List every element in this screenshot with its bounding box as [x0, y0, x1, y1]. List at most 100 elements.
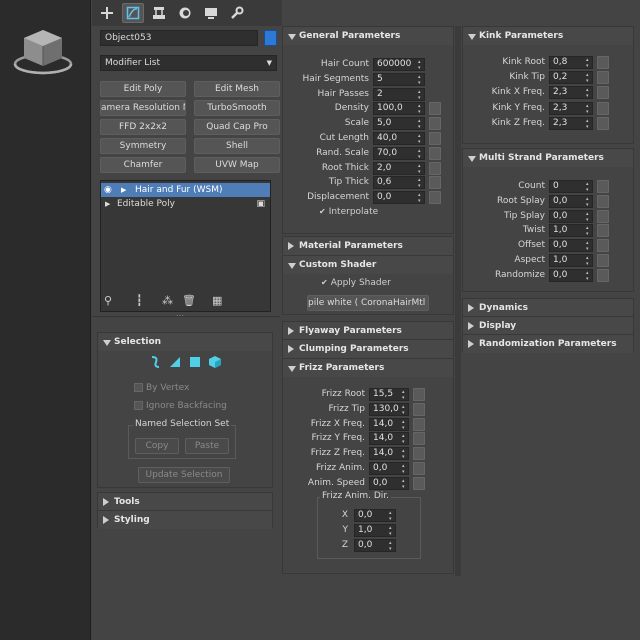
param-spinner[interactable]: 1,0 — [549, 224, 593, 238]
create-tab[interactable] — [96, 3, 118, 23]
param-spinner[interactable]: 5,0 — [373, 117, 425, 131]
flyaway-parameters-header[interactable]: Flyaway Parameters — [283, 322, 453, 340]
map-button[interactable] — [597, 56, 609, 69]
shader-select-button[interactable]: pile white ( CoronaHairMtl ) — [307, 295, 429, 311]
custom-shader-header[interactable]: Custom Shader — [283, 256, 453, 274]
interpolate-checkbox[interactable]: ✔ Interpolate — [319, 207, 378, 217]
map-button[interactable] — [597, 194, 609, 208]
tools-rollout-header[interactable]: Tools — [98, 493, 272, 511]
apply-shader-checkbox[interactable]: ✔ Apply Shader — [321, 278, 391, 288]
map-button[interactable] — [429, 117, 441, 131]
paste-button[interactable]: Paste — [185, 438, 229, 454]
randomization-header[interactable]: Randomization Parameters — [463, 335, 633, 353]
map-button[interactable] — [597, 254, 609, 267]
param-spinner[interactable]: 0,6 — [373, 176, 425, 190]
pin-stack-icon[interactable]: ⚲ — [104, 294, 112, 307]
map-button[interactable] — [597, 268, 609, 282]
map-button[interactable] — [429, 102, 441, 116]
param-spinner[interactable]: 0,0 — [549, 209, 593, 223]
param-spinner[interactable]: 14,0 — [369, 447, 409, 461]
modifier-button[interactable]: Symmetry — [100, 138, 186, 154]
param-spinner[interactable]: 70,0 — [373, 146, 425, 160]
styling-rollout-header[interactable]: Styling — [98, 511, 272, 529]
show-end-result-icon[interactable]: ┇ — [136, 294, 143, 307]
param-spinner[interactable]: 5 — [373, 72, 425, 86]
configure-sets-icon[interactable]: ▦ — [212, 294, 222, 307]
modify-tab[interactable] — [122, 3, 144, 23]
object-name-field[interactable]: Object053 — [100, 30, 258, 46]
drag-handle-icon[interactable]: ⋯ — [176, 311, 184, 320]
element-icon[interactable] — [208, 355, 222, 369]
map-button[interactable] — [413, 476, 425, 490]
map-button[interactable] — [429, 146, 441, 160]
update-selection-button[interactable]: Update Selection — [138, 467, 230, 483]
map-button[interactable] — [413, 447, 425, 461]
modifier-button[interactable]: Edit Mesh — [194, 81, 280, 97]
dir-spinner[interactable]: 0,0 — [354, 509, 396, 522]
modifier-button[interactable]: FFD 2x2x2 — [100, 119, 186, 135]
motion-tab[interactable] — [174, 3, 196, 23]
map-button[interactable] — [429, 176, 441, 190]
param-spinner[interactable]: 2,0 — [373, 161, 425, 175]
map-button[interactable] — [597, 239, 609, 253]
eye-icon[interactable]: ◉ — [104, 183, 112, 197]
map-button[interactable] — [413, 432, 425, 446]
dir-spinner[interactable]: 1,0 — [354, 524, 396, 537]
map-button[interactable] — [413, 462, 425, 475]
expand-arrow-icon[interactable]: ▶ — [105, 197, 110, 211]
modifier-button[interactable]: Chamfer — [100, 157, 186, 173]
frizz-parameters-header[interactable]: Frizz Parameters — [283, 359, 453, 377]
modifier-button[interactable]: TurboSmooth — [194, 100, 280, 116]
param-spinner[interactable]: 0,8 — [549, 56, 593, 69]
trash-icon[interactable]: 🗑 — [182, 294, 196, 307]
scroll-gutter[interactable] — [455, 26, 461, 576]
modifier-list-dropdown[interactable]: Modifier List ▼ — [100, 55, 277, 71]
object-color-swatch[interactable] — [264, 30, 277, 46]
stack-item-editable-poly[interactable]: ▶ Editable Poly ▣ — [101, 197, 270, 211]
param-spinner[interactable]: 14,0 — [369, 417, 409, 431]
hierarchy-tab[interactable] — [148, 3, 170, 23]
param-spinner[interactable]: 600000 — [373, 58, 425, 71]
multi-strand-header[interactable]: Multi Strand Parameters — [463, 149, 633, 167]
param-spinner[interactable]: 1,0 — [549, 254, 593, 267]
utilities-tab[interactable] — [226, 3, 248, 23]
param-spinner[interactable]: 0,0 — [373, 191, 425, 205]
param-spinner[interactable]: 0 — [549, 180, 593, 193]
map-button[interactable] — [429, 132, 441, 145]
map-button[interactable] — [597, 209, 609, 223]
param-spinner[interactable]: 100,0 — [373, 102, 425, 116]
modifier-stack[interactable]: ◉ ▶ Hair and Fur (WSM) ▶ Editable Poly ▣ — [100, 180, 271, 312]
map-button[interactable] — [597, 224, 609, 238]
param-spinner[interactable]: 0,0 — [369, 476, 409, 490]
map-button[interactable] — [597, 101, 609, 115]
ignore-backfacing-checkbox[interactable]: Ignore Backfacing — [134, 401, 227, 411]
param-spinner[interactable]: 2,3 — [549, 86, 593, 100]
map-button[interactable] — [429, 191, 441, 205]
param-spinner[interactable]: 40,0 — [373, 132, 425, 145]
polygon-icon[interactable] — [188, 355, 202, 369]
param-spinner[interactable]: 14,0 — [369, 432, 409, 446]
param-spinner[interactable]: 0,2 — [549, 71, 593, 85]
modifier-button[interactable]: Edit Poly — [100, 81, 186, 97]
viewport[interactable] — [0, 0, 91, 640]
dir-spinner[interactable]: 0,0 — [354, 539, 396, 552]
by-vertex-checkbox[interactable]: By Vertex — [134, 383, 189, 393]
expand-arrow-icon[interactable]: ▶ — [121, 183, 126, 197]
guide-icon[interactable] — [148, 355, 162, 369]
display-tab[interactable] — [200, 3, 222, 23]
display-header[interactable]: Display — [463, 317, 633, 335]
general-parameters-header[interactable]: General Parameters — [283, 27, 453, 45]
make-unique-icon[interactable]: ⁂ — [162, 294, 173, 307]
selection-rollout-header[interactable]: Selection — [98, 333, 272, 351]
param-spinner[interactable]: 2,3 — [549, 116, 593, 130]
param-spinner[interactable]: 0,0 — [549, 194, 593, 208]
modifier-button[interactable]: UVW Map — [194, 157, 280, 173]
param-spinner[interactable]: 0,0 — [549, 268, 593, 282]
copy-button[interactable]: Copy — [135, 438, 179, 454]
param-spinner[interactable]: 2 — [373, 87, 425, 101]
map-button[interactable] — [597, 86, 609, 100]
modifier-button[interactable]: amera Resolution Mo — [100, 100, 186, 116]
param-spinner[interactable]: 0,0 — [369, 462, 409, 475]
viewcube-icon[interactable] — [12, 22, 74, 77]
stack-item-hair-and-fur[interactable]: ◉ ▶ Hair and Fur (WSM) — [101, 183, 270, 197]
